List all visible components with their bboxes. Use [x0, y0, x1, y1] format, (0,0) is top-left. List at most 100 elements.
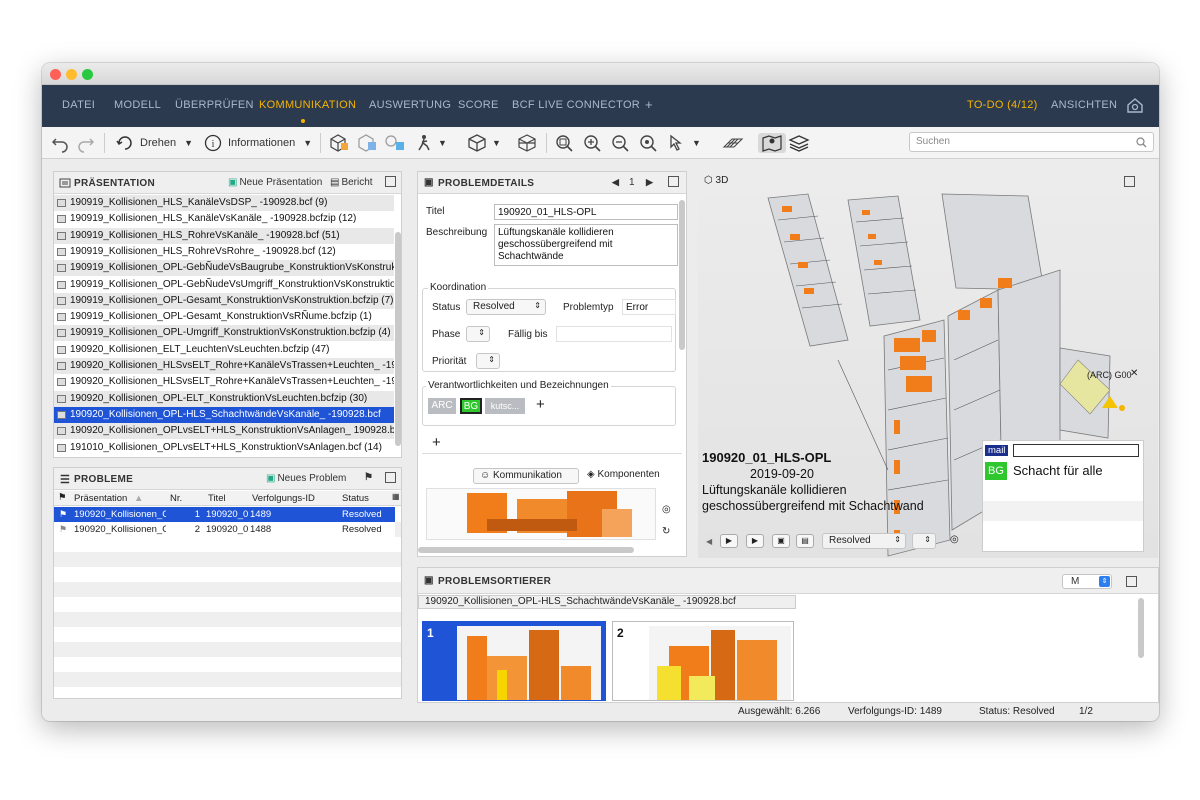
- rotate-button[interactable]: Drehen ▼: [116, 133, 193, 153]
- menu-score[interactable]: SCORE: [458, 99, 499, 111]
- table-row[interactable]: ⚑ 190920_Kollisionen_O 1 190920_0 1489 Resolv…: [54, 507, 395, 522]
- viewer-secondary-select[interactable]: ⇕: [912, 533, 936, 549]
- undo-icon[interactable]: [50, 133, 70, 153]
- prev-problem-icon[interactable]: ◀: [612, 177, 619, 188]
- model-cube-icon[interactable]: [328, 133, 350, 153]
- maximize-icon[interactable]: [385, 176, 396, 187]
- beschreibung-field[interactable]: Lüftungskanäle kollidieren geschossüberg…: [494, 224, 678, 266]
- home-settings-icon[interactable]: [1126, 96, 1144, 114]
- presentation-item[interactable]: 190919_Kollisionen_OPL-GebÑudeVsUmgriff_…: [54, 277, 394, 293]
- menu-ueberpruefen[interactable]: ÜBERPRÜFEN: [175, 99, 254, 111]
- col-status[interactable]: Status: [342, 493, 369, 504]
- menu-modell[interactable]: MODELL: [114, 99, 161, 111]
- prev-icon[interactable]: ◀: [706, 537, 712, 546]
- titel-field[interactable]: 190920_01_HLS-OPL: [494, 204, 678, 220]
- column-chooser-icon[interactable]: ▦: [392, 492, 400, 501]
- video-icon[interactable]: ▣: [772, 534, 790, 548]
- add-menu-button[interactable]: +: [645, 97, 653, 112]
- search-input[interactable]: Suchen: [909, 132, 1154, 152]
- marker-label[interactable]: (ARC) G00: [1087, 370, 1132, 380]
- sorter-thumb-1[interactable]: 1: [422, 621, 606, 701]
- minimize-window-button[interactable]: [66, 69, 77, 80]
- popup-mail-field[interactable]: [1013, 444, 1139, 457]
- refresh-icon[interactable]: ↻: [662, 526, 670, 537]
- new-presentation-button[interactable]: ▣ Neue Präsentation: [228, 177, 322, 188]
- col-nr[interactable]: Nr.: [170, 493, 182, 504]
- presentation-item[interactable]: 190920_Kollisionen_OPLvsELT+HLS_Konstruk…: [54, 423, 394, 440]
- flag-column-icon[interactable]: ⚑: [58, 492, 67, 503]
- close-window-button[interactable]: [50, 69, 61, 80]
- faellig-field[interactable]: [556, 326, 672, 342]
- presentation-item[interactable]: 190920_Kollisionen_HLSvsELT_Rohre+Kanäle…: [54, 374, 394, 390]
- presentation-item[interactable]: 190920_Kollisionen_OPL-HLS_SchachtwändeV…: [54, 406, 394, 423]
- details-hscrollbar[interactable]: [418, 547, 634, 553]
- presentation-item[interactable]: 190919_Kollisionen_HLS_RohreVsRohre_ -19…: [54, 244, 394, 260]
- tab-komponenten[interactable]: ◈ Komponenten: [583, 468, 673, 484]
- presentation-item[interactable]: 190919_Kollisionen_OPL-GebÑudeVsBaugrube…: [54, 260, 394, 277]
- walk-icon[interactable]: ▼: [414, 133, 447, 153]
- report-button[interactable]: ▤ Bericht: [330, 177, 373, 188]
- zoom-out-icon[interactable]: [610, 133, 630, 153]
- menu-auswertung[interactable]: AUSWERTUNG: [369, 99, 451, 111]
- tag-user[interactable]: kutsc...: [485, 398, 525, 414]
- select-cube-icon[interactable]: [384, 133, 406, 153]
- presentation-item[interactable]: 190919_Kollisionen_HLS_KanäleVsKanäle_ -…: [54, 211, 394, 227]
- ansichten-button[interactable]: ANSICHTEN: [1051, 99, 1117, 111]
- layers-icon[interactable]: [788, 133, 810, 153]
- flag-icon[interactable]: ⚑: [364, 472, 373, 483]
- todo-button[interactable]: TO-DO (4/12): [967, 99, 1038, 111]
- size-select[interactable]: M ⇕: [1062, 574, 1112, 589]
- prioritaet-select[interactable]: ⇕: [476, 353, 500, 369]
- col-titel[interactable]: Titel: [208, 493, 226, 504]
- grid-plane-icon[interactable]: [722, 133, 744, 153]
- phase-select[interactable]: ⇕: [466, 326, 490, 342]
- problemtyp-field[interactable]: Error: [622, 299, 676, 315]
- box-view-icon[interactable]: ▼: [466, 133, 501, 153]
- flag-icon[interactable]: ⚑: [59, 522, 67, 537]
- tag-arc[interactable]: ARC: [428, 398, 456, 414]
- capture-icon[interactable]: ◎: [950, 534, 959, 545]
- tag-bg[interactable]: BG: [460, 398, 482, 414]
- maximize-icon[interactable]: [385, 472, 396, 483]
- model-cube-blue-icon[interactable]: [356, 133, 378, 153]
- maximize-icon[interactable]: [1126, 576, 1137, 587]
- presentation-item[interactable]: 190919_Kollisionen_OPL-Gesamt_Konstrukti…: [54, 309, 394, 325]
- viewer-3d[interactable]: ⬡ 3D (ARC) G00 ✕ 190920_01_HLS-OPL 2019-…: [698, 170, 1158, 558]
- flag-icon[interactable]: ⚑: [59, 507, 67, 522]
- presentation-item[interactable]: 190919_Kollisionen_OPL-Umgriff_Konstrukt…: [54, 325, 394, 342]
- next-button[interactable]: ▶: [746, 534, 764, 548]
- col-verfolgungs-id[interactable]: Verfolgungs-ID: [252, 493, 315, 504]
- capture-icon[interactable]: ◎: [662, 504, 671, 515]
- section-box-icon[interactable]: [516, 133, 538, 153]
- tab-kommunikation[interactable]: ☺ Kommunikation: [473, 468, 579, 484]
- viewer-status-select[interactable]: Resolved ⇕: [822, 533, 906, 549]
- presentation-item[interactable]: 190920_Kollisionen_ELT_LeuchtenVsLeuchte…: [54, 342, 394, 358]
- details-vscrollbar[interactable]: [679, 200, 685, 350]
- info-button[interactable]: i Informationen ▼: [204, 133, 312, 153]
- table-row[interactable]: ⚑ 190920_Kollisionen_O 2 190920_0 1488 Resolv…: [54, 522, 395, 537]
- sorter-scrollbar[interactable]: [1138, 598, 1144, 658]
- presentation-item[interactable]: 190919_Kollisionen_OPL-Gesamt_Konstrukti…: [54, 292, 394, 309]
- sorter-thumb-2[interactable]: 2: [612, 621, 794, 701]
- play-button[interactable]: ▶: [720, 534, 738, 548]
- screen-icon[interactable]: ▤: [796, 534, 814, 548]
- zoom-window-button[interactable]: [82, 69, 93, 80]
- menu-kommunikation[interactable]: KOMMUNIKATION: [259, 99, 356, 111]
- map-pin-icon[interactable]: [758, 133, 786, 153]
- presentation-item[interactable]: 190920_Kollisionen_OPL-ELT_KonstruktionV…: [54, 390, 394, 407]
- menu-datei[interactable]: DATEI: [62, 99, 95, 111]
- pointer-tool-icon[interactable]: ▼: [666, 133, 701, 153]
- zoom-window-icon[interactable]: [638, 133, 658, 153]
- add-tag-icon[interactable]: +: [536, 396, 545, 413]
- maximize-icon[interactable]: [668, 176, 679, 187]
- presentation-item[interactable]: 190920_Kollisionen_HLSvsELT_Rohre+Kanäle…: [54, 358, 394, 374]
- snapshot-preview[interactable]: [426, 488, 656, 540]
- zoom-in-icon[interactable]: [582, 133, 602, 153]
- presentation-item[interactable]: 190919_Kollisionen_HLS_KanäleVsDSP_ -190…: [54, 195, 394, 211]
- close-marker-icon[interactable]: ✕: [1130, 368, 1138, 379]
- add-item-icon[interactable]: +: [432, 434, 441, 451]
- presentation-item[interactable]: 191010_Kollisionen_OPLvsELT+HLS_Konstruk…: [54, 440, 394, 456]
- col-praesentation[interactable]: Präsentation: [74, 493, 127, 504]
- presentation-scrollbar[interactable]: [395, 232, 401, 446]
- redo-icon[interactable]: [76, 133, 96, 153]
